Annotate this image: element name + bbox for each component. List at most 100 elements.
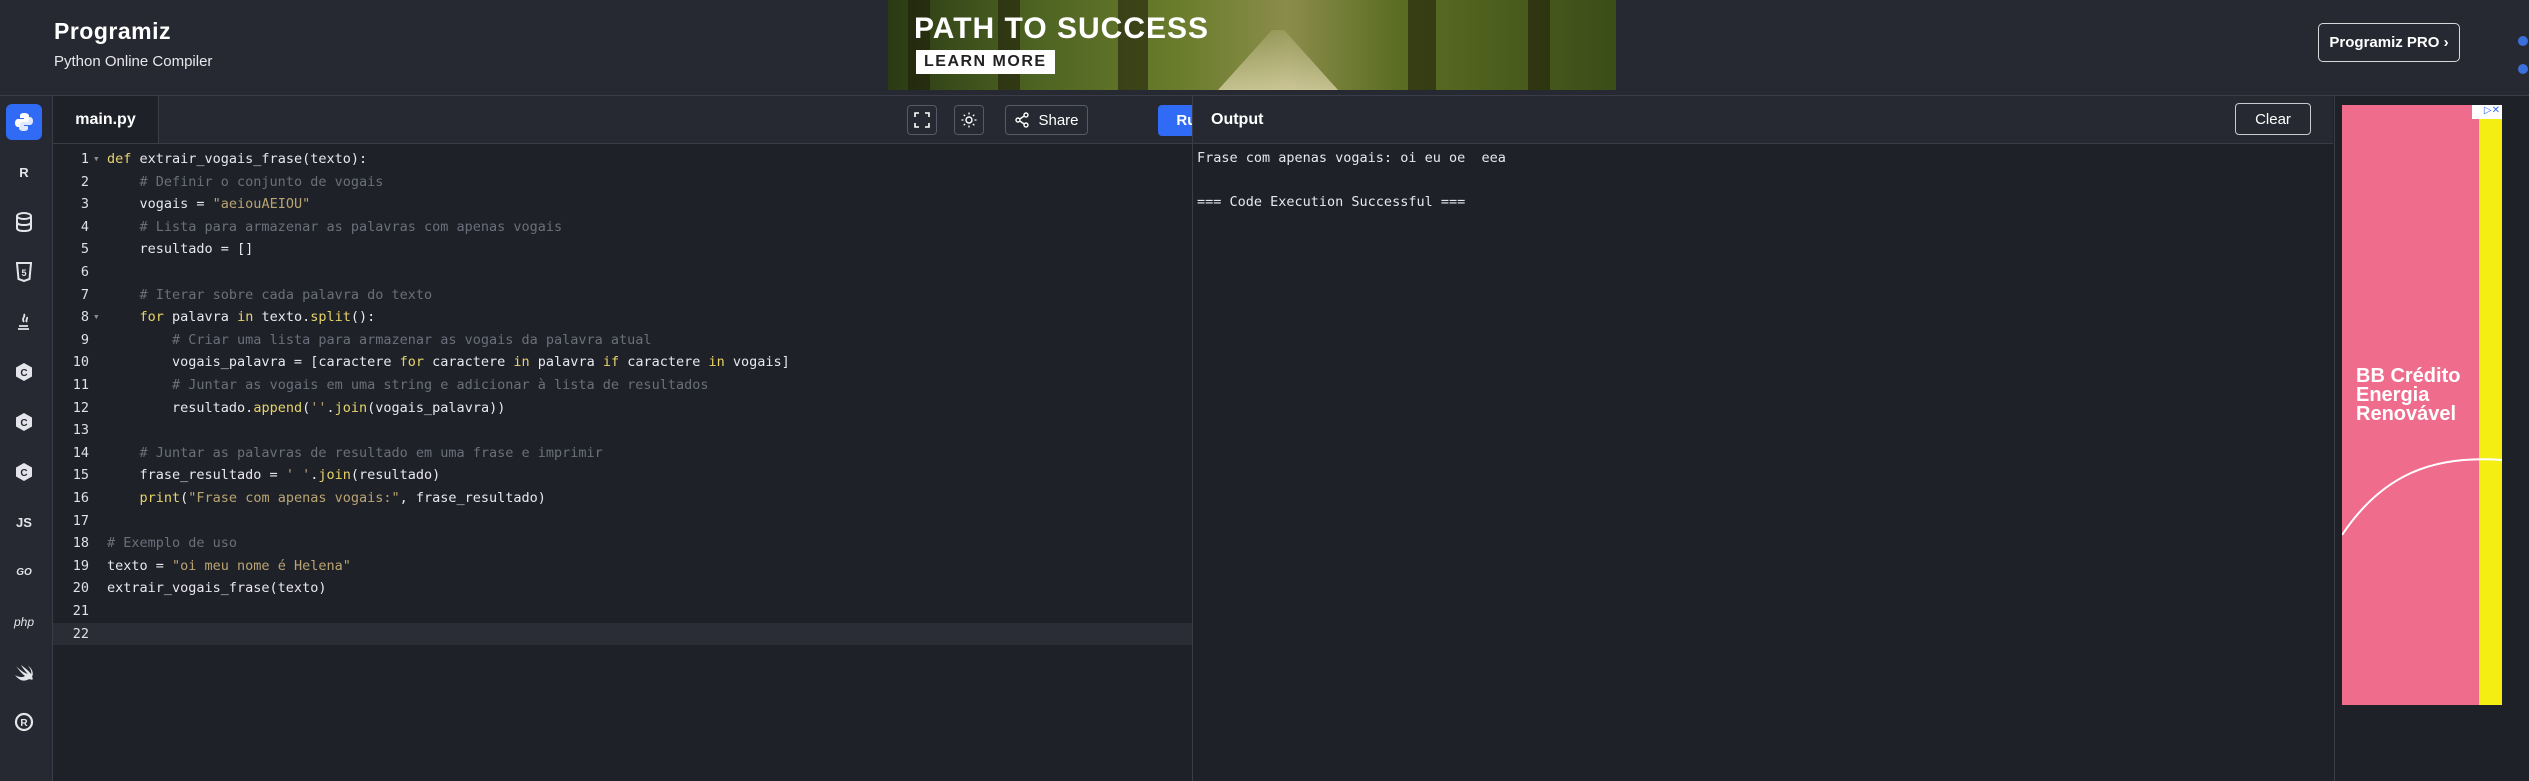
code-line[interactable]: 22 (53, 622, 1192, 645)
file-tab-main-py[interactable]: main.py (53, 96, 159, 143)
code-line[interactable]: 21 (53, 600, 1192, 622)
code-line[interactable]: 20 extrair_vogais_frase(texto) (53, 577, 1192, 599)
fold-toggle-icon[interactable]: ▾ (93, 148, 100, 170)
code-line[interactable]: 18 # Exemplo de uso (53, 532, 1192, 554)
code-text[interactable]: extrair_vogais_frase(texto) (107, 577, 326, 599)
code-text[interactable]: resultado.append(''.join(vogais_palavra)… (107, 397, 505, 419)
top-ad-banner[interactable]: PATH TO SUCCESS LEARN MORE (888, 0, 1616, 90)
sun-icon (961, 112, 977, 128)
svg-text:C: C (20, 468, 27, 479)
line-number: 12 (72, 399, 89, 416)
java-icon[interactable] (6, 304, 42, 340)
code-line[interactable]: 7 # Iterar sobre cada palavra do texto (53, 284, 1192, 306)
code-line[interactable]: 4 # Lista para armazenar as palavras com… (53, 216, 1192, 238)
code-text[interactable]: for palavra in texto.split(): (107, 306, 376, 328)
php-icon[interactable]: php (6, 604, 42, 640)
ad-learn-more-button[interactable]: LEARN MORE (916, 50, 1055, 74)
code-text[interactable]: # Iterar sobre cada palavra do texto (107, 284, 433, 306)
python-icon[interactable] (6, 104, 42, 140)
brand[interactable]: Programiz Python Online Compiler (54, 18, 212, 70)
code-line[interactable]: 9 # Criar uma lista para armazenar as vo… (53, 329, 1192, 351)
ad-title: PATH TO SUCCESS (914, 12, 1210, 45)
code-text[interactable]: # Juntar as vogais em uma string e adici… (107, 374, 708, 396)
line-number: 21 (72, 603, 89, 619)
share-button[interactable]: Share (1005, 105, 1088, 135)
code-line[interactable]: 10 vogais_palavra = [caractere for carac… (53, 351, 1192, 373)
database-icon[interactable] (6, 204, 42, 240)
code-line[interactable]: 2 # Definir o conjunto de vogais (53, 171, 1192, 193)
code-text[interactable]: print("Frase com apenas vogais:", frase_… (107, 487, 546, 509)
code-editor[interactable]: 1 ▾ def extrair_vogais_frase(texto): 2 # De… (53, 144, 1192, 781)
swift-icon[interactable] (6, 654, 42, 690)
output-toolbar: Output Clear (1193, 96, 2333, 144)
programiz-logo[interactable]: Programiz (54, 18, 212, 45)
line-number: 7 (80, 286, 89, 303)
code-line[interactable]: 19 texto = "oi meu nome é Helena" (53, 555, 1192, 577)
edge-dot-icon (2518, 64, 2528, 74)
line-number: 10 (72, 354, 89, 371)
csharp-icon[interactable]: C (6, 454, 42, 490)
code-text[interactable]: # Exemplo de uso (107, 532, 237, 554)
code-text[interactable]: # Lista para armazenar as palavras com a… (107, 216, 563, 238)
code-line[interactable]: 17 (53, 510, 1192, 532)
line-number: 6 (80, 264, 89, 280)
svg-text:C: C (20, 418, 27, 429)
javascript-icon[interactable]: JS (6, 504, 42, 540)
theme-toggle-button[interactable] (954, 105, 984, 135)
line-number: 9 (80, 331, 89, 348)
line-number: 19 (72, 557, 89, 574)
editor-toolbar: main.py Share Run (53, 96, 1224, 144)
share-label: Share (1038, 111, 1079, 129)
line-number: 14 (72, 444, 89, 461)
line-number: 11 (72, 377, 89, 393)
output-title: Output (1211, 110, 1264, 128)
edge-dot-icon (2518, 36, 2528, 46)
rust-icon[interactable]: R (6, 704, 42, 740)
line-number: 2 (80, 173, 89, 190)
line-number: 22 (72, 625, 89, 642)
code-line[interactable]: 5 resultado = [] (53, 238, 1192, 260)
clear-button[interactable]: Clear (2235, 103, 2311, 135)
code-line[interactable]: 15 frase_resultado = ' '.join(resultado) (53, 464, 1192, 486)
go-icon[interactable]: GO (6, 554, 42, 590)
code-text[interactable]: vogais = "aeiouAEIOU" (107, 193, 311, 215)
language-sidebar: R 5 C C C JS GO php R (0, 96, 53, 781)
programiz-pro-button[interactable]: Programiz PRO › (2318, 23, 2460, 62)
page-subtitle: Python Online Compiler (54, 53, 213, 70)
code-line[interactable]: 1 ▾ def extrair_vogais_frase(texto): (53, 148, 1192, 170)
code-text[interactable]: # Criar uma lista para armazenar as voga… (107, 329, 652, 351)
code-line[interactable]: 6 (53, 261, 1192, 283)
ad-tree (1408, 0, 1436, 90)
browser-edge-icons (2518, 36, 2529, 92)
fullscreen-button[interactable] (907, 105, 937, 135)
c-lang-icon[interactable]: C (6, 354, 42, 390)
fold-toggle-icon[interactable]: ▾ (93, 306, 100, 328)
code-text[interactable]: vogais_palavra = [caractere for caracter… (107, 351, 790, 373)
line-number: 15 (72, 467, 89, 484)
cpp-icon[interactable]: C (6, 404, 42, 440)
line-number: 13 (72, 422, 89, 439)
code-line[interactable]: 11 # Juntar as vogais em uma string e ad… (53, 374, 1192, 396)
code-line[interactable]: 14 # Juntar as palavras de resultado em … (53, 442, 1192, 464)
svg-text:C: C (20, 368, 27, 379)
code-text[interactable]: # Juntar as palavras de resultado em uma… (107, 442, 603, 464)
code-text[interactable]: # Definir o conjunto de vogais (107, 171, 384, 193)
code-line[interactable]: 3 vogais = "aeiouAEIOU" (53, 193, 1192, 215)
code-line[interactable]: 13 (53, 419, 1192, 441)
html5-icon[interactable]: 5 (6, 254, 42, 290)
ad-curve-graphic (2342, 458, 2502, 536)
code-text[interactable]: texto = "oi meu nome é Helena" (107, 555, 351, 577)
code-line[interactable]: 16 print("Frase com apenas vogais:", fra… (53, 487, 1192, 509)
code-line[interactable]: 12 resultado.append(''.join(vogais_palav… (53, 397, 1192, 419)
code-text[interactable]: frase_resultado = ' '.join(resultado) (107, 464, 441, 486)
share-icon (1015, 112, 1030, 128)
r-lang-icon[interactable]: R (6, 154, 42, 190)
side-ad-banner[interactable]: ▷✕ BB Crédito Energia Renovável (2342, 105, 2502, 705)
svg-text:5: 5 (21, 268, 26, 278)
code-text[interactable]: def extrair_vogais_frase(texto): (107, 148, 367, 170)
line-number: 16 (72, 490, 89, 506)
line-number: 5 (80, 241, 89, 258)
code-text[interactable]: resultado = [] (107, 238, 254, 260)
svg-text:R: R (20, 718, 28, 729)
code-line[interactable]: 8 ▾ for palavra in texto.split(): (53, 306, 1192, 328)
